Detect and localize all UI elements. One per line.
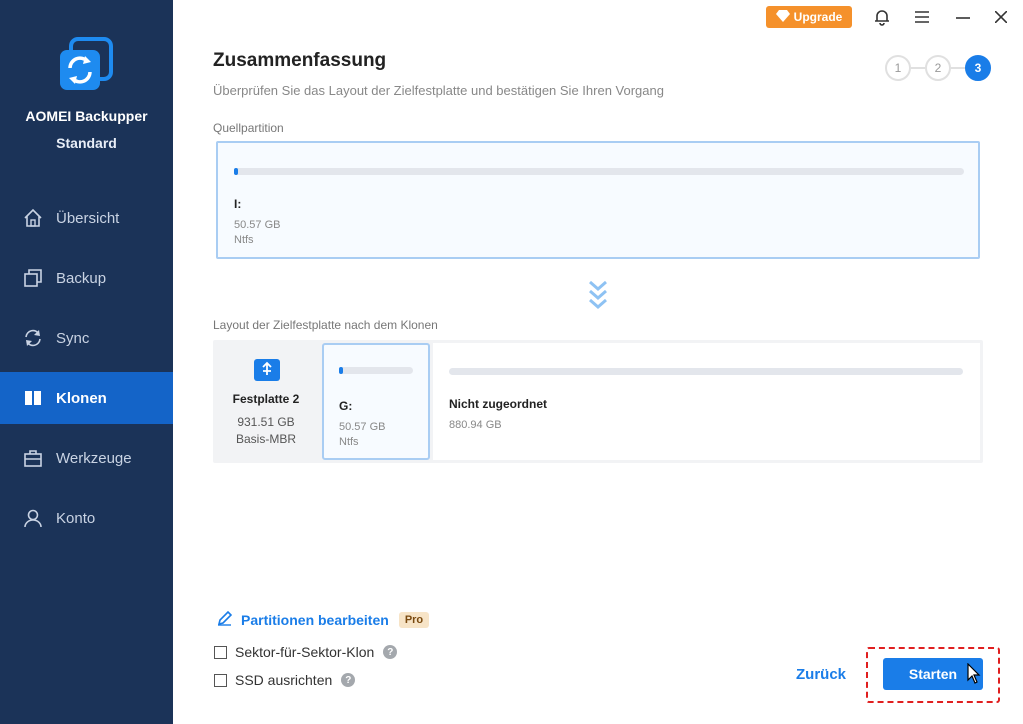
sidebar-item-label: Werkzeuge: [56, 449, 132, 467]
unallocated-label: Nicht zugeordnet: [449, 397, 547, 411]
disk-name: Festplatte 2: [232, 392, 300, 406]
help-icon[interactable]: ?: [341, 673, 356, 687]
sync-icon: [22, 327, 44, 349]
app-edition: Standard: [56, 135, 117, 151]
minimize-icon[interactable]: [953, 7, 973, 27]
menu-icon[interactable]: [912, 7, 932, 27]
partition-filesystem: Ntfs: [339, 436, 359, 448]
user-icon: [22, 507, 44, 529]
edit-icon: [217, 610, 233, 629]
ssd-align-checkbox[interactable]: [214, 673, 227, 687]
partition-usage-bar: [234, 168, 964, 175]
bell-icon[interactable]: [872, 7, 892, 27]
partition-usage-bar: [339, 367, 413, 374]
destination-disk-layout: Festplatte 2 931.51 GB Basis-MBR G: 50.5…: [213, 340, 983, 463]
unallocated-space[interactable]: Nicht zugeordnet 880.94 GB: [433, 343, 980, 460]
disk-type: Basis-MBR: [235, 432, 296, 446]
destination-label: Layout der Zielfestplatte nach dem Klone…: [213, 318, 438, 332]
partition-letter: I:: [234, 197, 242, 211]
sidebar-item-overview[interactable]: Übersicht: [0, 192, 173, 244]
pro-badge: Pro: [398, 612, 430, 628]
disk-size: 931.51 GB: [237, 415, 295, 429]
sidebar-item-label: Sync: [56, 329, 90, 347]
step-indicator-1: 1: [885, 55, 911, 81]
sidebar: AOMEI Backupper Standard Übersicht Backu…: [0, 0, 173, 724]
clone-icon: [22, 387, 44, 409]
close-icon[interactable]: [991, 7, 1011, 27]
usb-disk-icon: [253, 356, 281, 389]
edit-partitions-label: Partitionen bearbeiten: [241, 612, 389, 628]
destination-disk[interactable]: Festplatte 2 931.51 GB Basis-MBR: [213, 340, 319, 463]
step-connector: [911, 67, 925, 69]
sidebar-item-label: Übersicht: [56, 209, 120, 227]
chevrons-down-icon: [587, 280, 609, 310]
partition-size: 50.57 GB: [339, 421, 386, 433]
sidebar-item-sync[interactable]: Sync: [0, 312, 173, 364]
unallocated-size: 880.94 GB: [449, 419, 502, 431]
backup-icon: [22, 267, 44, 289]
unallocated-bar: [449, 368, 963, 375]
partition-filesystem: Ntfs: [234, 234, 254, 246]
diamond-icon: [775, 9, 790, 25]
partition-size: 50.57 GB: [234, 219, 281, 231]
sidebar-item-account[interactable]: Konto: [0, 492, 173, 544]
step-indicator-3: 3: [965, 55, 991, 81]
sidebar-item-label: Backup: [56, 269, 107, 287]
edit-partitions-link[interactable]: Partitionen bearbeiten Pro: [217, 610, 430, 629]
sector-clone-checkbox[interactable]: [214, 645, 227, 659]
ssd-align-option[interactable]: SSD ausrichten ?: [214, 672, 356, 688]
source-partition-card[interactable]: I: 50.57 GB Ntfs: [216, 141, 980, 259]
sidebar-item-backup[interactable]: Backup: [0, 252, 173, 304]
home-icon: [22, 207, 44, 229]
sector-clone-label: Sektor-für-Sektor-Klon: [235, 644, 375, 660]
sidebar-item-label: Konto: [56, 509, 96, 527]
ssd-align-label: SSD ausrichten: [235, 672, 333, 688]
aomei-logo-icon: [57, 37, 115, 95]
back-button[interactable]: Zurück: [796, 666, 846, 683]
sector-clone-option[interactable]: Sektor-für-Sektor-Klon ?: [214, 644, 398, 660]
step-connector: [951, 67, 965, 69]
source-label: Quellpartition: [213, 121, 284, 135]
help-icon[interactable]: ?: [383, 645, 398, 659]
toolbox-icon: [22, 447, 44, 469]
sidebar-item-label: Klonen: [56, 389, 107, 407]
upgrade-label: Upgrade: [793, 10, 843, 24]
mouse-cursor-icon: [967, 662, 981, 685]
page-subtitle: Überprüfen Sie das Layout der Zielfestpl…: [213, 83, 664, 98]
sidebar-item-tools[interactable]: Werkzeuge: [0, 432, 173, 484]
step-indicator-2: 2: [925, 55, 951, 81]
upgrade-button[interactable]: Upgrade: [766, 6, 852, 28]
destination-partition-card[interactable]: G: 50.57 GB Ntfs: [322, 343, 430, 460]
app-name: AOMEI Backupper: [25, 108, 148, 124]
sidebar-item-clone[interactable]: Klonen: [0, 372, 173, 424]
page-title: Zusammenfassung: [213, 50, 387, 71]
partition-letter: G:: [339, 399, 353, 413]
